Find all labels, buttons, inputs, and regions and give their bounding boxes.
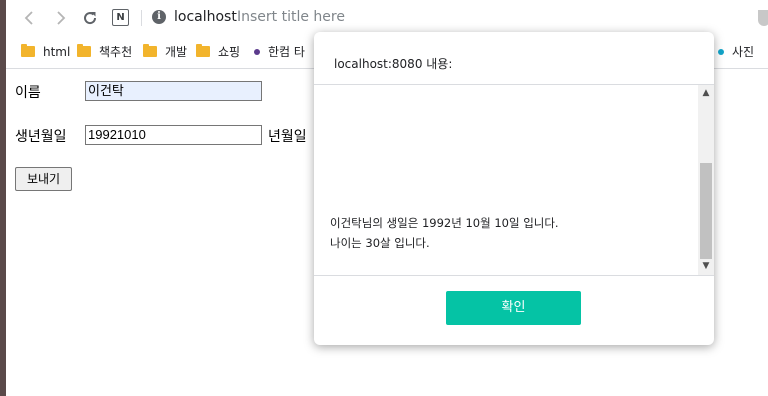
dialog-title: localhost:8080 내용: [334, 57, 453, 71]
folder-icon [143, 44, 157, 57]
bookmark-hancom[interactable]: 한컴 타 [254, 44, 305, 60]
scroll-up-icon[interactable]: ▲ [701, 88, 711, 98]
folder-icon [77, 44, 91, 57]
dialog-scrollbar[interactable]: ▲ ▼ [698, 85, 714, 275]
folder-icon [21, 44, 35, 57]
folder-icon [196, 44, 210, 57]
reload-icon[interactable] [80, 8, 100, 28]
browser-window: N i localhost Insert title here html 책추천… [6, 0, 768, 396]
browser-toolbar: N i localhost Insert title here [6, 0, 768, 36]
dialog-message-area: 이건탁님의 생일은 1992년 10월 10일 입니다. 나이는 30살 입니다… [314, 84, 714, 276]
birth-input[interactable]: 19921010 [85, 125, 262, 145]
bookmark-photo[interactable]: 사진 [718, 44, 754, 60]
submit-button[interactable]: 보내기 [15, 167, 72, 191]
scroll-down-icon[interactable]: ▼ [701, 261, 711, 271]
site-favicon [718, 49, 724, 55]
message-line-birthday: 이건탁님의 생일은 1992년 10월 10일 입니다. [330, 216, 559, 230]
alert-dialog: localhost:8080 내용: 이건탁님의 생일은 1992년 10월 1… [314, 32, 714, 345]
message-line-age: 나이는 30살 입니다. [330, 236, 430, 250]
bookmark-folder-html[interactable]: html [21, 44, 70, 60]
birth-label: 생년월일 [15, 129, 67, 145]
bookmark-folder-books[interactable]: 책추천 [77, 44, 132, 60]
address-bar-host[interactable]: localhost [174, 9, 237, 25]
bookmark-folder-shopping[interactable]: 쇼핑 [196, 44, 240, 60]
notion-extension-icon[interactable]: N [112, 9, 129, 26]
site-favicon [254, 49, 260, 55]
bookmark-folder-dev[interactable]: 개발 [143, 44, 187, 60]
back-icon[interactable] [20, 8, 40, 28]
extension-icon[interactable] [758, 10, 768, 26]
ok-button[interactable]: 확인 [446, 291, 581, 325]
page-title: Insert title here [237, 9, 345, 25]
name-input[interactable]: 이건탁 [85, 81, 262, 101]
scroll-thumb[interactable] [700, 163, 712, 259]
site-info-icon[interactable]: i [152, 10, 166, 24]
dialog-message: 이건탁님의 생일은 1992년 10월 10일 입니다. 나이는 30살 입니다… [330, 213, 559, 253]
forward-icon[interactable] [50, 8, 70, 28]
toolbar-divider [141, 10, 142, 26]
name-label: 이름 [15, 85, 41, 101]
birth-format-hint: 년월일 [268, 129, 307, 145]
